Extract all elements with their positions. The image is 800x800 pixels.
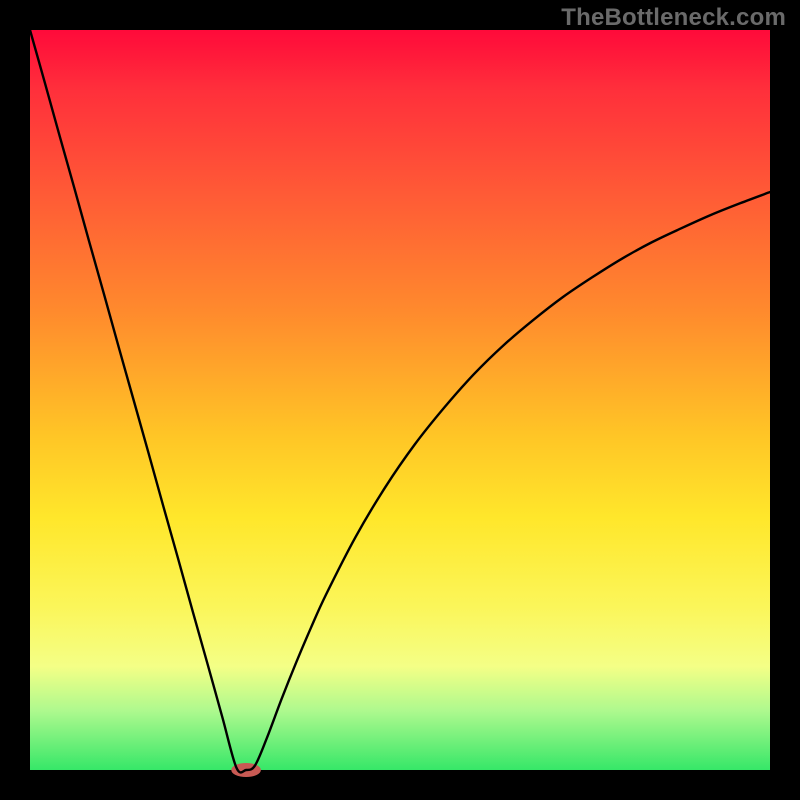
chart-frame: TheBottleneck.com xyxy=(0,0,800,800)
curve-layer xyxy=(30,30,770,770)
watermark-text: TheBottleneck.com xyxy=(561,4,786,32)
plot-area xyxy=(30,30,770,770)
bottleneck-curve xyxy=(30,30,770,772)
